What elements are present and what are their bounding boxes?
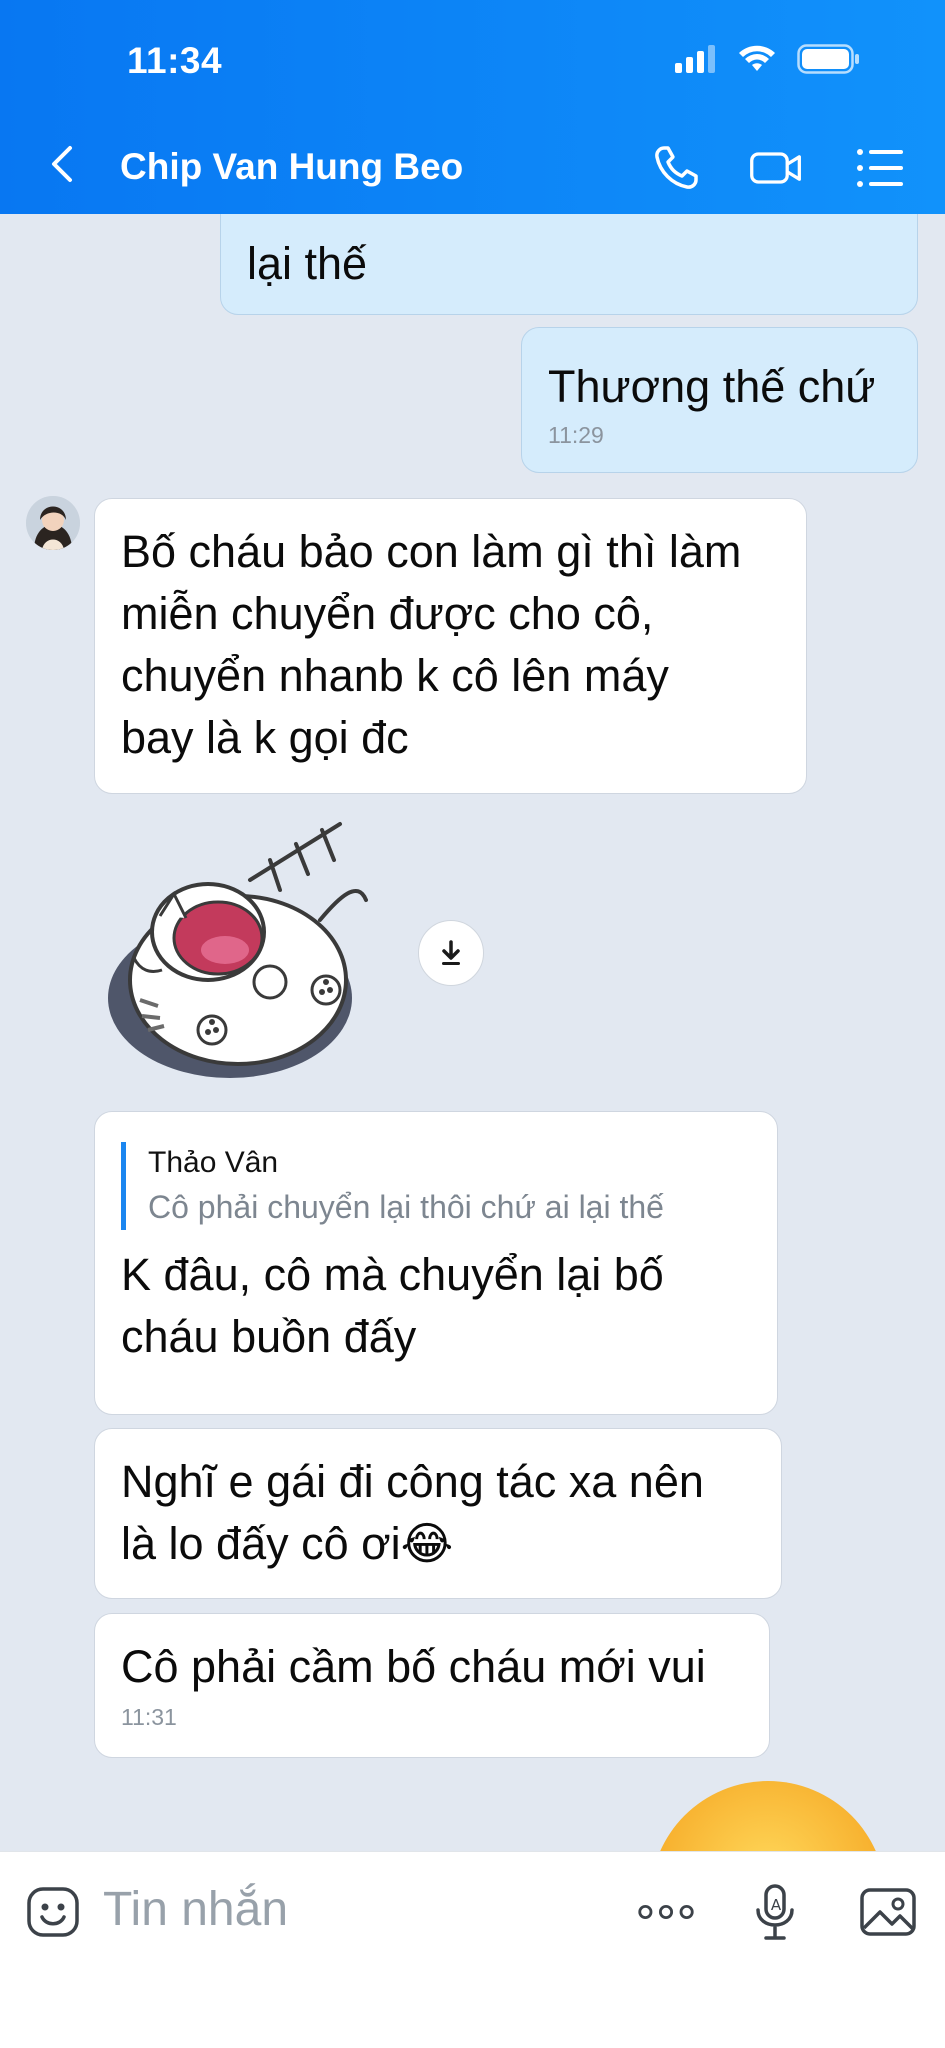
video-camera-icon[interactable] [748, 140, 804, 196]
emoji-sticker[interactable] [640, 1777, 900, 1851]
avatar[interactable] [26, 496, 80, 550]
download-button[interactable] [418, 920, 484, 986]
microphone-icon[interactable]: A [746, 1882, 806, 1942]
status-time: 11:34 [127, 40, 223, 81]
message-line: bay là k gọi đc [121, 712, 409, 763]
signal-icon [675, 45, 715, 73]
list-menu-icon[interactable] [852, 140, 908, 196]
svg-text:A: A [771, 1896, 782, 1914]
message-line: Bố cháu bảo con làm gì thì làm [121, 526, 742, 577]
avatar-image [26, 496, 80, 550]
more-dots-icon[interactable] [636, 1882, 696, 1942]
message-incoming[interactable]: Nghĩ e gái đi công tác xa nên là lo đấy … [94, 1428, 782, 1599]
quote-text: Cô phải chuyển lại thôi chứ ai lại thế [148, 1189, 664, 1225]
wifi-icon [739, 45, 775, 71]
message-time: 11:31 [121, 1704, 177, 1730]
message-text: Cô phải cầm bố cháu mới vui [121, 1641, 706, 1692]
message-line: cháu buồn đấy [121, 1311, 417, 1362]
download-icon [442, 940, 460, 965]
message-line: Nghĩ e gái đi công tác xa nên [121, 1456, 704, 1507]
cat-sticker-image [108, 822, 368, 1078]
message-incoming-reply[interactable]: Thảo Vân Cô phải chuyển lại thôi chứ ai … [94, 1111, 778, 1415]
chat-title[interactable]: Chip Van Hung Beo [120, 146, 463, 188]
status-icons [675, 44, 861, 74]
message-incoming[interactable]: Cô phải cầm bố cháu mới vui 11:31 [94, 1613, 770, 1758]
message-line: là lo đấy cô ơi😂 [121, 1518, 454, 1569]
message-input-bar: Tin nhắn A [0, 1851, 945, 2048]
message-line: K đâu, cô mà chuyển lại bố [121, 1249, 664, 1300]
quote-author: Thảo Vân [148, 1146, 279, 1179]
quoted-message[interactable]: Thảo Vân Cô phải chuyển lại thôi chứ ai … [121, 1142, 751, 1230]
phone-icon[interactable] [648, 140, 704, 196]
message-time: 11:29 [548, 422, 604, 448]
chat-header: 11:34 Chip Van Hung Beo [0, 0, 945, 214]
image-icon[interactable] [858, 1882, 918, 1942]
message-line: chuyển nhanb k cô lên máy [121, 650, 669, 701]
emoji-icon[interactable] [24, 1882, 84, 1942]
message-input[interactable]: Tin nhắn [103, 1882, 288, 1937]
message-incoming[interactable]: Bố cháu bảo con làm gì thì làm miễn chuy… [94, 498, 807, 794]
worried-face-icon [660, 1781, 876, 1851]
message-text: lại thế [247, 238, 368, 289]
message-outgoing[interactable]: Thương thế chứ 11:29 [521, 327, 918, 473]
back-button[interactable] [40, 140, 88, 188]
battery-icon [797, 44, 859, 74]
message-line: miễn chuyển được cho cô, [121, 588, 654, 639]
sticker-message[interactable] [100, 820, 380, 1090]
message-text: Thương thế chứ [548, 361, 876, 412]
